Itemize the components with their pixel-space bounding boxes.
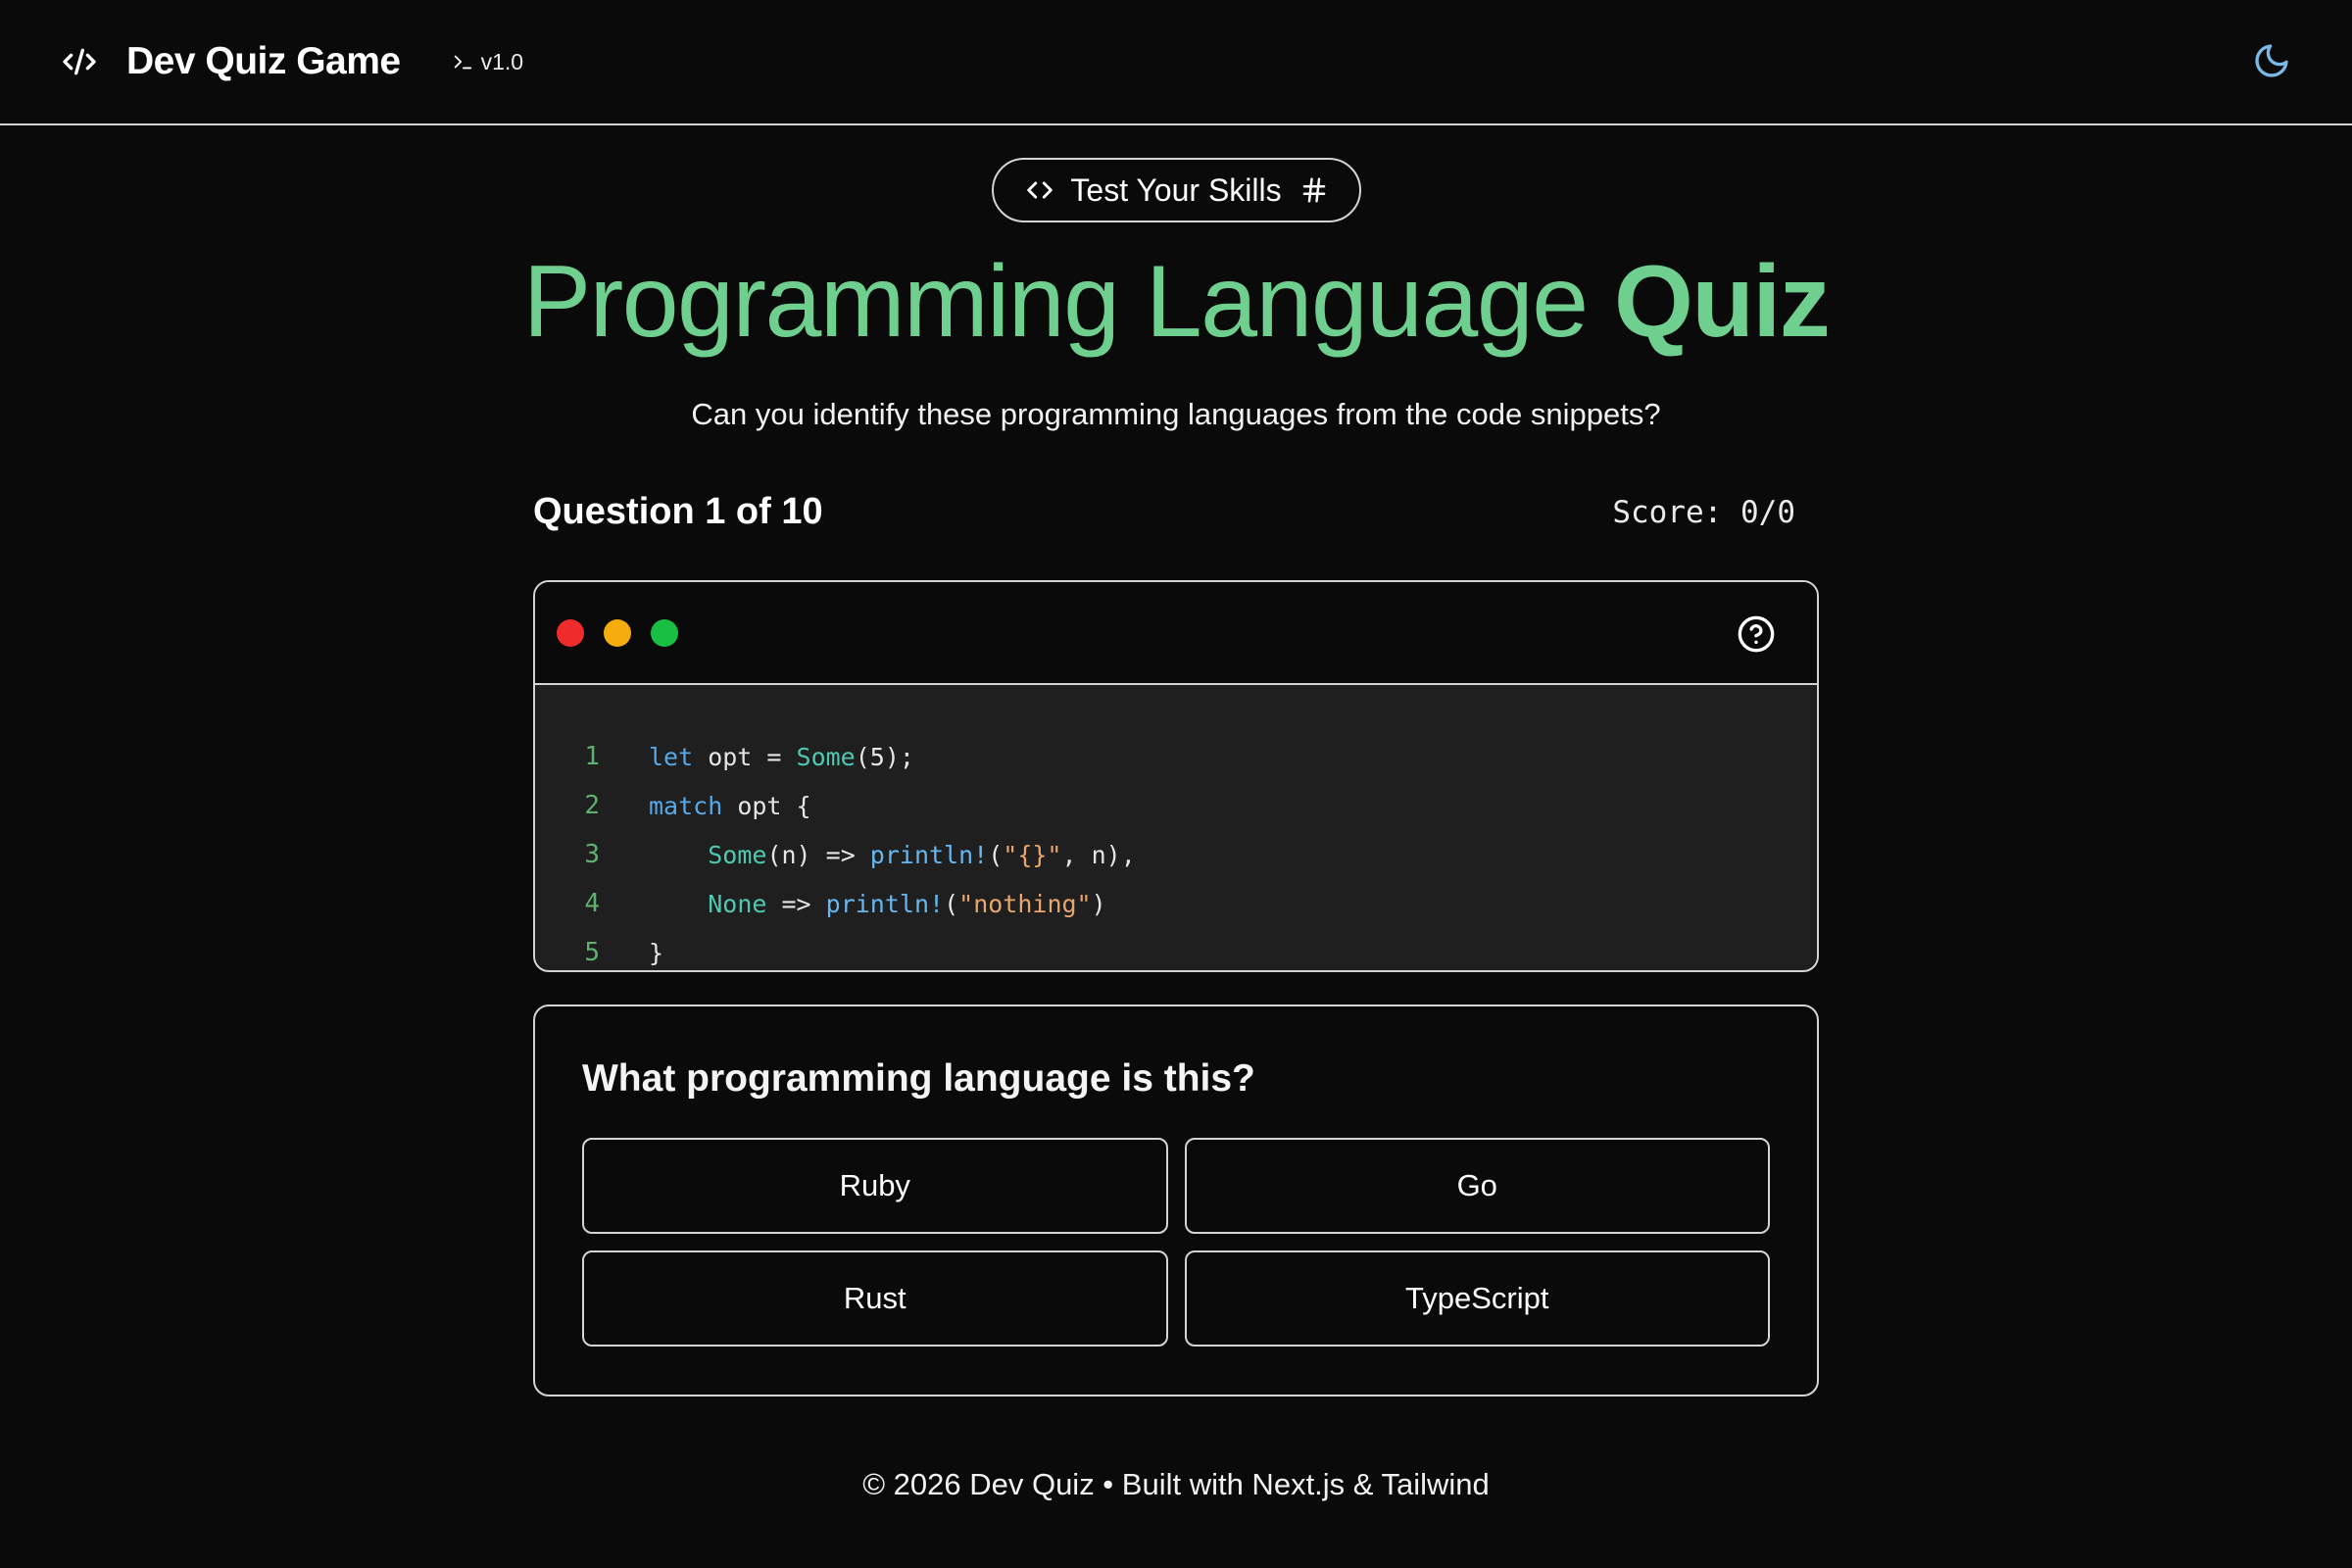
line-number: 3 (584, 840, 600, 870)
code-text: } (649, 938, 664, 967)
code-brackets-icon (1023, 173, 1056, 207)
brand-title: Dev Quiz Game (126, 40, 401, 82)
line-number: 1 (584, 742, 600, 772)
code-icon (60, 42, 99, 81)
code-text: None => println!("nothing") (708, 889, 1106, 918)
code-text: Some(n) => println!("{}", n), (708, 840, 1136, 869)
window-close-dot (557, 618, 584, 647)
line-number: 2 (584, 791, 600, 821)
answer-card: What programming language is this? Ruby … (533, 1004, 1819, 1397)
quiz-status-row: Question 1 of 10 Score: 0/0 (533, 491, 1819, 533)
line-number: 5 (584, 938, 600, 968)
terminal-prompt-icon (452, 51, 473, 73)
answer-options: Ruby Go Rust TypeScript (582, 1138, 1770, 1348)
code-line: 5 } (535, 928, 1817, 970)
code-line: 2 match opt { (535, 781, 1817, 830)
theme-toggle-button[interactable] (2250, 39, 2293, 82)
app-header: Dev Quiz Game v1.0 (0, 0, 2352, 125)
code-window-toolbar (535, 582, 1817, 686)
quiz-container: Question 1 of 10 Score: 0/0 1 let opt = … (533, 491, 1819, 1397)
question-counter: Question 1 of 10 (533, 491, 823, 533)
option-rust-button[interactable]: Rust (582, 1250, 1168, 1348)
code-body: 1 let opt = Some(5); 2 match opt { 3 Som… (535, 685, 1817, 970)
answer-question: What programming language is this? (582, 1057, 1255, 1101)
code-text: let opt = Some(5); (649, 742, 914, 771)
page-title: Programming Language Quiz (0, 246, 2352, 358)
line-number: 4 (584, 889, 600, 919)
window-maximize-dot (651, 618, 678, 647)
code-text: match opt { (649, 791, 811, 820)
skills-badge-label: Test Your Skills (1070, 172, 1282, 208)
help-circle-icon (1737, 614, 1776, 654)
code-line: 3 Some(n) => println!("{}", n), (535, 830, 1817, 879)
hash-icon (1299, 175, 1329, 205)
code-snippet-window: 1 let opt = Some(5); 2 match opt { 3 Som… (533, 580, 1819, 973)
option-ruby-button[interactable]: Ruby (582, 1138, 1168, 1235)
skills-badge: Test Your Skills (991, 158, 1361, 222)
version-label: v1.0 (452, 49, 523, 75)
help-button[interactable] (1737, 614, 1776, 654)
page-subtitle: Can you identify these programming langu… (691, 397, 1661, 432)
option-go-button[interactable]: Go (1184, 1138, 1770, 1235)
page-title-bold: Quiz (1613, 245, 1831, 359)
moon-icon (2252, 41, 2291, 80)
page-title-regular: Programming Language (522, 245, 1589, 359)
window-minimize-dot (604, 618, 631, 647)
hero-section: Test Your Skills Programming Language Qu… (0, 125, 2352, 432)
code-line: 1 let opt = Some(5); (535, 732, 1817, 781)
option-typescript-button[interactable]: TypeScript (1184, 1250, 1770, 1348)
code-line: 4 None => println!("nothing") (535, 879, 1817, 928)
score-display: Score: 0/0 (1612, 494, 1795, 530)
page-footer: © 2026 Dev Quiz • Built with Next.js & T… (862, 1467, 1490, 1502)
version-text: v1.0 (480, 48, 524, 74)
